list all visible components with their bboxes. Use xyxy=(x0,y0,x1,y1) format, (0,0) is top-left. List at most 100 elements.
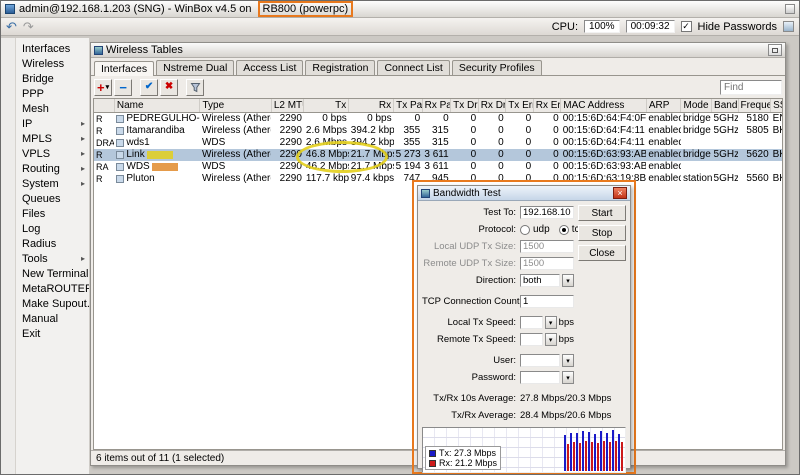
local-tx-dropdown-icon[interactable]: ▾ xyxy=(545,316,557,329)
tcp-count-input[interactable] xyxy=(520,295,574,308)
tab-access-list[interactable]: Access List xyxy=(236,60,303,75)
column-header-mode[interactable]: Mode xyxy=(681,99,712,112)
sidebar-item-vpls[interactable]: VPLS▸ xyxy=(16,146,89,161)
password-input[interactable] xyxy=(520,371,560,384)
app-titlebar[interactable]: admin@192.168.1.203 (SNG) - WinBox v4.5 … xyxy=(1,1,799,18)
column-header-tx[interactable]: Tx xyxy=(304,99,349,112)
sidebar-item-queues[interactable]: Queues xyxy=(16,191,89,206)
sidebar-item-mpls[interactable]: MPLS▸ xyxy=(16,131,89,146)
row-cell: 0 xyxy=(422,112,451,125)
filter-button[interactable] xyxy=(186,79,204,96)
column-header-rx-drops[interactable]: Rx Drops xyxy=(478,99,506,112)
bandwidth-test-titlebar[interactable]: Bandwidth Test × xyxy=(418,186,630,201)
sidebar-item-wireless[interactable]: Wireless xyxy=(16,56,89,71)
remote-tx-speed-input[interactable] xyxy=(520,333,543,346)
column-header-mac-address[interactable]: MAC Address xyxy=(561,99,647,112)
sidebar-item-files[interactable]: Files xyxy=(16,206,89,221)
sidebar-item-routing[interactable]: Routing▸ xyxy=(16,161,89,176)
column-header-rx-pac[interactable]: Rx Pac... xyxy=(422,99,451,112)
direction-label: Direction: xyxy=(422,275,520,286)
sidebar-item-interfaces[interactable]: Interfaces xyxy=(16,41,89,56)
table-row[interactable]: RLinkWireless (Atheros AR5...229046.8 Mb… xyxy=(94,149,783,161)
row-cell: 5 273 xyxy=(394,149,423,161)
sidebar-item-radius[interactable]: Radius xyxy=(16,236,89,251)
tab-interfaces[interactable]: Interfaces xyxy=(94,61,154,76)
column-header-tx-pac[interactable]: Tx Pac... xyxy=(394,99,423,112)
column-header-type[interactable]: Type xyxy=(200,99,271,112)
user-dropdown-icon[interactable]: ▾ xyxy=(562,354,574,367)
stop-button[interactable]: Stop xyxy=(578,225,626,241)
column-header-tx-errors[interactable]: Tx Errors xyxy=(506,99,534,112)
submenu-arrow-icon: ▸ xyxy=(81,164,85,173)
remote-tx-dropdown-icon[interactable]: ▾ xyxy=(545,333,557,346)
tab-nstreme-dual[interactable]: Nstreme Dual xyxy=(156,60,234,75)
sidebar-item-make-supout-rif[interactable]: Make Supout.rif xyxy=(16,296,89,311)
row-cell: bridge xyxy=(681,125,712,137)
column-header-rx[interactable]: Rx xyxy=(349,99,394,112)
column-header-arp[interactable]: ARP xyxy=(646,99,681,112)
direction-dropdown-icon[interactable]: ▾ xyxy=(562,274,574,287)
column-header-l2-mtu[interactable]: L2 MTU xyxy=(271,99,304,112)
tx-bar xyxy=(594,434,596,471)
table-row[interactable]: RItamarandibaWireless (Atheros AR5...229… xyxy=(94,125,783,137)
local-tx-speed-input[interactable] xyxy=(520,316,543,329)
test-to-input[interactable] xyxy=(520,206,574,219)
sidebar-item-label: Interfaces xyxy=(22,43,70,55)
column-header-rx-errors[interactable]: Rx Errors xyxy=(533,99,561,112)
sidebar-item-mesh[interactable]: Mesh xyxy=(16,101,89,116)
column-header-tx-drops[interactable]: Tx Drops xyxy=(451,99,479,112)
column-header-band[interactable]: Band xyxy=(712,99,738,112)
protocol-tcp-radio[interactable] xyxy=(559,225,569,235)
table-row[interactable]: RAWDSWDS229046.2 Mbps21.7 Mbps5 1943 611… xyxy=(94,161,783,173)
local-udp-size-field: Local UDP Tx Size: xyxy=(422,239,574,254)
tab-registration[interactable]: Registration xyxy=(305,60,375,75)
protocol-udp-radio[interactable] xyxy=(520,225,530,235)
redo-icon[interactable]: ↷ xyxy=(23,20,34,33)
bandwidth-graph-legend: Tx: 27.3 Mbps Rx: 21.2 Mbps xyxy=(425,446,501,470)
tab-security-profiles[interactable]: Security Profiles xyxy=(452,60,542,75)
interface-icon xyxy=(116,175,124,183)
row-cell: 0 xyxy=(506,112,534,125)
undo-icon[interactable]: ↶ xyxy=(6,20,17,33)
password-dropdown-icon[interactable]: ▾ xyxy=(562,371,574,384)
sidebar-item-exit[interactable]: Exit xyxy=(16,326,89,341)
sidebar-item-label: Radius xyxy=(22,238,56,250)
row-name-cell: Link xyxy=(114,149,200,161)
sidebar-item-ip[interactable]: IP▸ xyxy=(16,116,89,131)
test-to-label: Test To: xyxy=(422,207,520,218)
sidebar-item-new-terminal[interactable]: New Terminal xyxy=(16,266,89,281)
wireless-tables-titlebar[interactable]: Wireless Tables xyxy=(91,43,785,58)
sidebar-item-tools[interactable]: Tools▸ xyxy=(16,251,89,266)
sidebar-item-system[interactable]: System▸ xyxy=(16,176,89,191)
table-row[interactable]: RPEDREGULHO-CACA...Wireless (Atheros AR5… xyxy=(94,112,783,125)
winbox-app: admin@192.168.1.203 (SNG) - WinBox v4.5 … xyxy=(0,0,800,475)
enable-button[interactable]: ✔ xyxy=(140,79,158,96)
sidebar-item-ppp[interactable]: PPP xyxy=(16,86,89,101)
window-restore-button[interactable] xyxy=(768,44,782,56)
row-cell: enabled xyxy=(646,161,681,173)
column-header-flags[interactable] xyxy=(94,99,114,112)
find-input[interactable] xyxy=(720,80,782,95)
direction-input[interactable] xyxy=(520,274,560,287)
hide-passwords-checkbox[interactable]: ✓ xyxy=(681,21,692,32)
remove-button[interactable]: − xyxy=(114,79,132,96)
column-header-ssid[interactable]: SSID xyxy=(771,99,783,112)
disable-button[interactable]: ✖ xyxy=(160,79,178,96)
protocol-label: Protocol: xyxy=(422,224,520,235)
row-cell: WDS xyxy=(200,161,271,173)
row-cell: 0 xyxy=(506,137,534,149)
sidebar-item-log[interactable]: Log xyxy=(16,221,89,236)
bandwidth-test-window: Bandwidth Test × Test To: Protocol: xyxy=(417,185,631,469)
sidebar-item-manual[interactable]: Manual xyxy=(16,311,89,326)
user-input[interactable] xyxy=(520,354,560,367)
sidebar-item-metarouter[interactable]: MetaROUTER xyxy=(16,281,89,296)
sidebar-item-bridge[interactable]: Bridge xyxy=(16,71,89,86)
tab-connect-list[interactable]: Connect List xyxy=(377,60,449,75)
column-header-name[interactable]: Name xyxy=(114,99,200,112)
add-button[interactable]: +▾ xyxy=(94,79,112,96)
close-button[interactable]: Close xyxy=(578,245,626,261)
start-button[interactable]: Start xyxy=(578,205,626,221)
bandwidth-close-button[interactable]: × xyxy=(613,187,627,199)
column-header-frequen[interactable]: Frequen... xyxy=(738,99,771,112)
table-row[interactable]: DRAwds1WDS22902.6 Mbps394.2 kbps35531500… xyxy=(94,137,783,149)
